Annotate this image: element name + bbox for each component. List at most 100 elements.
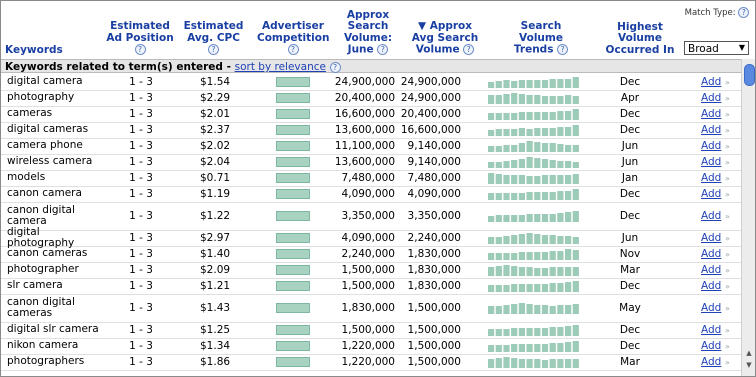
add-arrows-icon[interactable]: » [725, 122, 733, 138]
add-arrows-icon[interactable]: » [725, 262, 733, 278]
add-arrows-icon[interactable]: » [725, 106, 733, 122]
cpc-cell: $1.40 [200, 246, 250, 262]
add-arrows-icon[interactable]: » [725, 230, 733, 246]
add-arrows-icon[interactable]: » [725, 74, 733, 90]
add-keyword-link[interactable]: Add [701, 264, 721, 276]
highest-month-text: Mar [620, 356, 640, 368]
add-arrows-icon[interactable]: » [725, 294, 733, 322]
trend-bar [549, 283, 556, 292]
vertical-scrollbar[interactable]: ▲ ▼ [741, 59, 755, 376]
trend-sparkline [488, 93, 579, 104]
table-row: canon digital camera 1 - 3 $1.22 3,350,000 3… [1, 202, 741, 231]
highest-month-text: Dec [619, 210, 641, 222]
cpc-cell: $1.54 [200, 74, 250, 90]
ad-position-text: 1 - 3 [129, 210, 153, 222]
trend-bar [503, 145, 510, 152]
trend-bar [526, 267, 533, 276]
header-avg-volume[interactable]: ▼ Approx Avg Search Volume ? [407, 20, 483, 56]
competition-bar [276, 233, 310, 243]
add-keyword-link[interactable]: Add [701, 324, 721, 336]
cpc-cell: $2.37 [200, 122, 250, 138]
highest-month-text: Dec [619, 124, 641, 136]
trend-bar [495, 129, 502, 136]
scroll-down-arrow-icon[interactable]: ▼ [744, 361, 754, 369]
add-keyword-link[interactable]: Add [701, 92, 721, 104]
header-est-cpc-line2: Avg. CPC [187, 31, 240, 44]
help-icon[interactable]: ? [134, 44, 146, 55]
add-arrows-icon[interactable]: » [725, 138, 733, 154]
help-icon[interactable]: ? [377, 44, 389, 55]
header-highest-volume[interactable]: Highest Volume Occurred In [601, 21, 679, 57]
header-june-volume[interactable]: Approx Search Volume: June ? [338, 9, 398, 57]
help-icon[interactable]: ? [738, 7, 750, 18]
trend-bar [557, 327, 564, 336]
trend-bar [526, 359, 533, 368]
cpc-cell: $2.97 [200, 230, 250, 246]
trend-bar [495, 329, 502, 336]
add-arrows-icon[interactable]: » [725, 186, 733, 202]
cpc-text: $2.29 [200, 92, 231, 104]
help-icon[interactable]: ? [557, 44, 569, 55]
add-arrows-icon[interactable]: » [725, 278, 733, 294]
add-keyword-link[interactable]: Add [701, 76, 721, 88]
add-keyword-link[interactable]: Add [701, 232, 721, 244]
add-arrows-icon[interactable]: » [725, 202, 733, 230]
trend-cell [488, 294, 581, 322]
help-icon[interactable]: ? [287, 44, 299, 55]
scrollbar-thumb[interactable] [744, 64, 755, 86]
ad-position-text: 1 - 3 [129, 172, 153, 184]
add-keyword-link[interactable]: Add [701, 210, 721, 222]
trend-bar [511, 81, 518, 88]
add-keyword-link[interactable]: Add [701, 140, 721, 152]
help-icon[interactable]: ? [329, 61, 341, 73]
add-arrows-icon[interactable]: » [725, 90, 733, 106]
add-keyword-link[interactable]: Add [701, 124, 721, 136]
match-type-select[interactable]: Broad ▼ [684, 41, 749, 55]
cpc-cell: $1.25 [200, 322, 250, 338]
cpc-text: $1.54 [200, 76, 231, 88]
add-keyword-link[interactable]: Add [701, 248, 721, 260]
add-cell: Add [701, 246, 721, 262]
add-keyword-link[interactable]: Add [701, 172, 721, 184]
trend-bar [495, 306, 502, 314]
competition-bar [276, 77, 310, 87]
cpc-text: $2.37 [200, 124, 231, 136]
add-arrows-icon[interactable]: » [725, 154, 733, 170]
keyword-cell: digital cameras [7, 122, 107, 138]
add-arrows-icon[interactable]: » [725, 322, 733, 338]
add-arrows-icon[interactable]: » [725, 246, 733, 262]
june-volume-cell: 11,100,000 [331, 138, 395, 154]
header-competition[interactable]: Advertiser Competition ? [257, 20, 329, 56]
add-cell: Add [701, 322, 721, 338]
sort-by-relevance-link[interactable]: sort by relevance [235, 61, 326, 73]
trend-bar [503, 329, 510, 336]
highest-month-cell: Dec [613, 186, 647, 202]
add-arrows-icon[interactable]: » [725, 338, 733, 354]
trend-bar [541, 360, 549, 368]
avg-volume-text: 20,400,000 [400, 108, 461, 120]
add-arrows-icon[interactable]: » [725, 354, 733, 370]
add-arrows-icon[interactable]: » [725, 170, 733, 186]
add-keyword-link[interactable]: Add [701, 156, 721, 168]
add-keyword-link[interactable]: Add [701, 302, 721, 314]
scroll-up-arrow-icon[interactable]: ▲ [744, 349, 754, 357]
add-keyword-link[interactable]: Add [701, 340, 721, 352]
june-volume-text: 4,090,000 [341, 232, 395, 244]
competition-bar [276, 125, 310, 135]
header-trends[interactable]: Search Volume Trends ? [497, 20, 585, 56]
avg-volume-cell: 1,500,000 [407, 294, 461, 322]
header-est-position[interactable]: Estimated Ad Position ? [105, 20, 175, 56]
add-keyword-link[interactable]: Add [701, 108, 721, 120]
add-keyword-link[interactable]: Add [701, 188, 721, 200]
add-keyword-link[interactable]: Add [701, 356, 721, 368]
help-icon[interactable]: ? [208, 44, 219, 55]
ad-position-text: 1 - 3 [129, 108, 153, 120]
header-keywords[interactable]: Keywords [5, 44, 63, 57]
trend-bar [526, 80, 533, 88]
add-keyword-link[interactable]: Add [701, 280, 721, 292]
trend-bar [572, 304, 579, 314]
trend-bar [495, 237, 502, 244]
cpc-text: $2.97 [200, 232, 231, 244]
header-est-cpc[interactable]: Estimated Avg. CPC ? [181, 20, 246, 56]
help-icon[interactable]: ? [463, 44, 475, 55]
